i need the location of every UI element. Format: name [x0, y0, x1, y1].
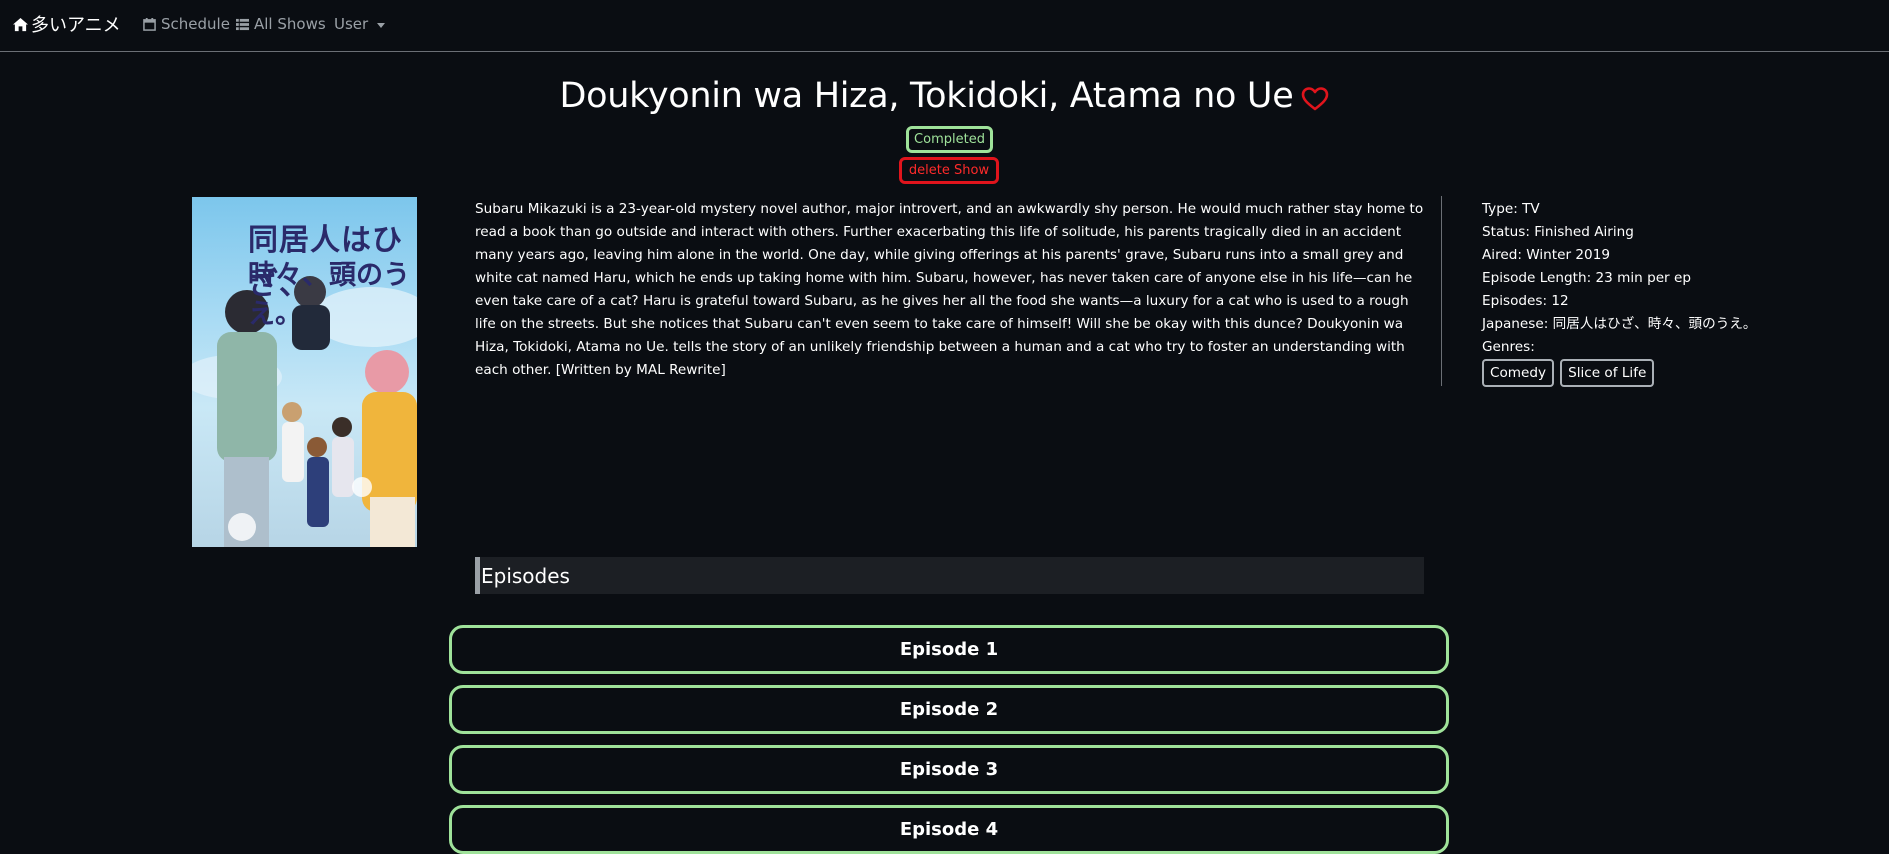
poster-title-line2: 時々、頭のうえ。 [248, 260, 410, 330]
brand-label: 多いアニメ [31, 15, 121, 36]
nav-schedule[interactable]: Schedule [143, 14, 230, 34]
heart-outline-icon[interactable] [1301, 86, 1329, 112]
show-poster: 同居人はひざ、 時々、頭のうえ。 [192, 197, 417, 547]
info-genres-label: Genres: [1482, 339, 1535, 355]
genre-tag-comedy[interactable]: Comedy [1482, 359, 1555, 387]
status-badge: Completed [906, 126, 993, 153]
nav-all-shows[interactable]: All Shows [236, 14, 326, 34]
home-icon [13, 17, 28, 31]
show-info: Type: TV Status: Finished Airing Aired: … [1482, 198, 1862, 359]
info-type: Type: TV [1482, 201, 1540, 217]
nav-user-dropdown[interactable]: User [334, 14, 386, 34]
episode-button-2[interactable]: Episode 2 [449, 685, 1449, 734]
title-row: Doukyonin wa Hiza, Tokidoki, Atama no Ue [0, 70, 1889, 122]
info-japanese: Japanese: 同居人はひざ、時々、頭のうえ。 [1482, 316, 1757, 332]
episode-button-3[interactable]: Episode 3 [449, 745, 1449, 794]
delete-show-button[interactable]: delete Show [899, 157, 999, 184]
episode-button-1[interactable]: Episode 1 [449, 625, 1449, 674]
nav-all-shows-label: All Shows [254, 15, 326, 33]
genre-tag-slice-of-life[interactable]: Slice of Life [1560, 359, 1655, 387]
vertical-divider [1441, 196, 1442, 386]
brand-link[interactable]: 多いアニメ [12, 11, 121, 37]
navbar: 多いアニメ Schedule All Shows User [0, 0, 1889, 52]
nav-schedule-label: Schedule [161, 15, 230, 33]
info-status: Status: Finished Airing [1482, 224, 1634, 240]
chevron-down-icon [377, 22, 386, 28]
list-icon [236, 18, 249, 30]
page-title: Doukyonin wa Hiza, Tokidoki, Atama no Ue [559, 76, 1294, 116]
info-aired: Aired: Winter 2019 [1482, 247, 1610, 263]
synopsis: Subaru Mikazuki is a 23-year-old mystery… [475, 201, 1424, 378]
info-episodes: Episodes: 12 [1482, 293, 1569, 309]
nav-user-label: User [334, 15, 369, 33]
episodes-header: Episodes [475, 557, 1424, 594]
info-episode-length: Episode Length: 23 min per ep [1482, 270, 1691, 286]
calendar-icon [143, 17, 156, 31]
genre-list: Comedy Slice of Life [1482, 359, 1655, 387]
episode-button-4[interactable]: Episode 4 [449, 805, 1449, 854]
